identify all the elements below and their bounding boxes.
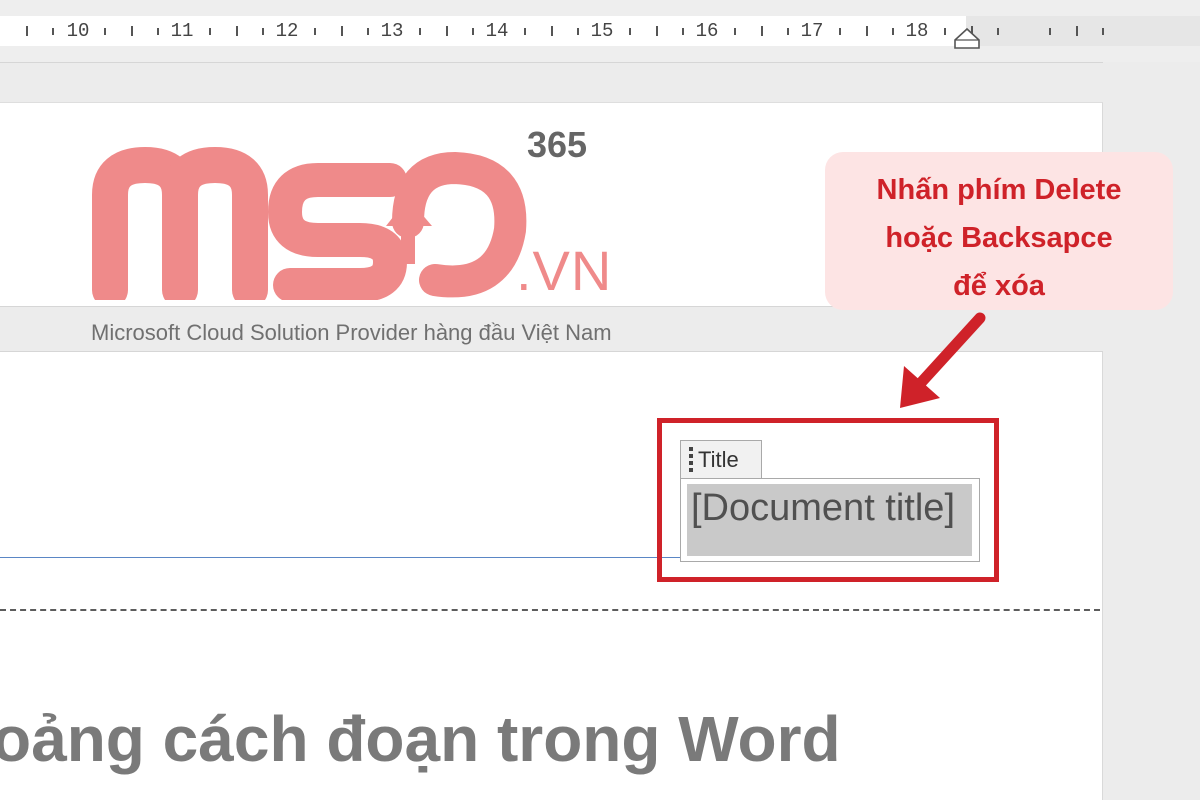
ruler-tick xyxy=(944,28,946,35)
ruler-tick xyxy=(209,28,211,35)
right-indent-marker-icon[interactable] xyxy=(952,26,982,50)
ruler-number: 16 xyxy=(695,20,719,42)
ruler-tick xyxy=(26,26,28,36)
ruler-number: 14 xyxy=(485,20,509,42)
ruler-tick xyxy=(656,26,658,36)
ruler-number: 18 xyxy=(905,20,929,42)
callout-line: Nhấn phím Delete xyxy=(876,174,1122,206)
mso-logo: 365 .VN xyxy=(90,120,650,310)
ruler-tick xyxy=(262,28,264,35)
ruler-tick xyxy=(419,28,421,35)
instruction-callout: Nhấn phím Delete hoặc Backsapce để xóa xyxy=(825,152,1173,310)
ruler-tick xyxy=(997,28,999,35)
ruler-tick xyxy=(52,28,54,35)
callout-line: hoặc Backsapce xyxy=(885,222,1113,254)
ruler-number: 17 xyxy=(800,20,824,42)
ruler-tick xyxy=(734,28,736,35)
ruler-tick xyxy=(367,28,369,35)
ruler-tick xyxy=(1076,26,1078,36)
ruler-tick xyxy=(1102,28,1104,35)
ruler-tick xyxy=(892,28,894,35)
mso-logo-mark-icon xyxy=(92,146,527,300)
ruler-tick xyxy=(551,26,553,36)
ruler-number: 15 xyxy=(590,20,614,42)
word-document-window: 10 11 12 13 14 15 16 17 18 365 .VN Micro… xyxy=(0,0,1200,800)
ruler-tick xyxy=(314,28,316,35)
header-boundary-line xyxy=(0,609,1100,611)
ruler-tick xyxy=(472,28,474,35)
pointer-arrow-icon xyxy=(900,312,986,408)
logo-tagline: Microsoft Cloud Solution Provider hàng đ… xyxy=(91,320,612,345)
ruler-number: 12 xyxy=(275,20,299,42)
ruler-tick xyxy=(761,26,763,36)
horizontal-ruler: 10 11 12 13 14 15 16 17 18 xyxy=(0,0,1200,63)
ruler-tick xyxy=(866,26,868,36)
ruler-tick xyxy=(787,28,789,35)
ruler-tick xyxy=(577,28,579,35)
logo-domain-text: .VN xyxy=(516,239,613,302)
logo-365-text: 365 xyxy=(527,124,588,165)
document-heading[interactable]: oảng cách đoạn trong Word xyxy=(0,702,841,776)
ruler-tick xyxy=(157,28,159,35)
ruler-tick xyxy=(524,28,526,35)
ruler-number: 13 xyxy=(380,20,404,42)
ruler-tick xyxy=(236,26,238,36)
ruler-number: 10 xyxy=(66,20,90,42)
ruler-tick xyxy=(629,28,631,35)
ruler-tick xyxy=(839,28,841,35)
ruler-tick xyxy=(682,28,684,35)
ruler-tick xyxy=(131,26,133,36)
ruler-tick xyxy=(341,26,343,36)
ruler-tick xyxy=(104,28,106,35)
ruler-number: 11 xyxy=(170,20,194,42)
callout-text: Nhấn phím Delete hoặc Backsapce để xóa xyxy=(825,166,1173,310)
ruler-tick xyxy=(1049,28,1051,35)
red-highlight-box xyxy=(657,418,999,582)
ruler-tick xyxy=(446,26,448,36)
